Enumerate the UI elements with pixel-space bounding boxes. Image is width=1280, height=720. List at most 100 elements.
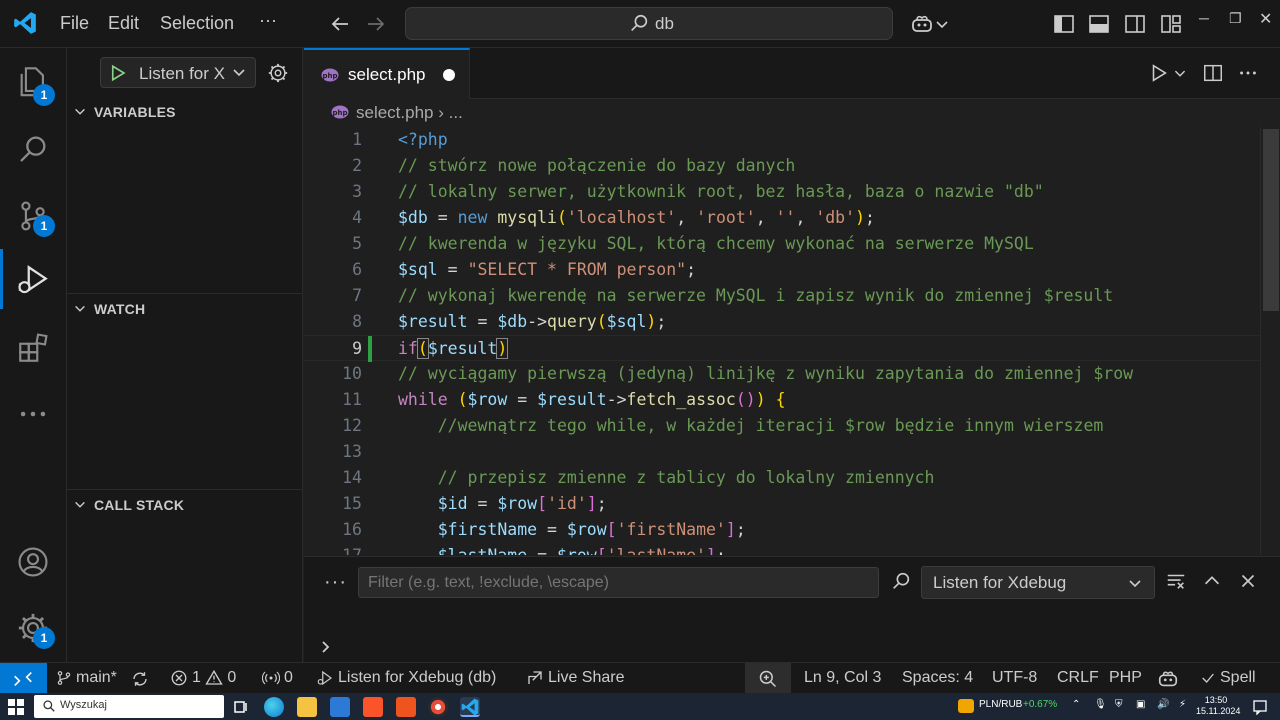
run-and-debug-button[interactable]	[0, 249, 67, 309]
code-line: 2// stwórz nowe połączenie do bazy danyc…	[352, 156, 796, 175]
watch-section-header[interactable]: WATCH	[67, 294, 303, 324]
code-line: 7// wykonaj kwerendę na serwerze MySQL i…	[352, 286, 1114, 305]
ports-indicator[interactable]: 0	[261, 669, 293, 687]
debug-session-value: Listen for Xdebug	[933, 573, 1067, 592]
code-line: 8 $result = $db->query($sql);	[352, 312, 667, 331]
chevron-down-icon	[1129, 580, 1141, 588]
indentation-indicator[interactable]: Spaces: 4	[902, 669, 973, 687]
vscode-taskbar-icon[interactable]	[460, 697, 480, 717]
debug-console-filter-input[interactable]	[358, 567, 879, 598]
restore-icon[interactable]: ❐	[1229, 10, 1242, 27]
toggle-primary-sidebar-icon[interactable]	[1052, 12, 1076, 36]
minimize-icon[interactable]: ─	[1199, 10, 1209, 26]
menu-selection[interactable]: Selection	[160, 13, 234, 34]
explorer-badge: 1	[33, 84, 55, 106]
defender-icon[interactable]: ⛨	[1115, 699, 1123, 710]
cursor-position[interactable]: Ln 9, Col 3	[804, 669, 881, 687]
search-view-button[interactable]	[0, 118, 67, 178]
chevron-down-icon	[233, 69, 245, 77]
edge-icon[interactable]	[264, 697, 284, 717]
open-launch-json-gear-icon[interactable]	[267, 62, 289, 84]
debug-session-indicator[interactable]: Listen for Xdebug (db)	[316, 669, 496, 687]
copilot-chevron-down-icon[interactable]	[934, 12, 950, 36]
menu-more[interactable]: ···	[259, 10, 277, 31]
remote-icon	[14, 671, 32, 687]
debug-session-select[interactable]: Listen for Xdebug	[921, 566, 1155, 599]
encoding-indicator[interactable]: UTF-8	[992, 669, 1037, 687]
more-actions-icon[interactable]	[1237, 62, 1259, 84]
php-file-icon: php	[331, 105, 349, 119]
code-editor[interactable]: 1 <?php 2// stwórz nowe połączenie do baz…	[304, 127, 1260, 555]
git-modified-marker	[368, 336, 372, 362]
network-icon[interactable]: ⚡	[1179, 699, 1186, 710]
forward-arrow-icon[interactable]	[364, 12, 388, 36]
ticker-icon	[958, 699, 974, 713]
tab-select-php[interactable]: php select.php	[304, 48, 470, 99]
spell-check-indicator[interactable]: Spell	[1200, 669, 1256, 687]
windows-start-icon[interactable]	[8, 699, 24, 715]
source-control-button[interactable]: 1	[0, 185, 67, 245]
breadcrumb[interactable]: php select.php › ...	[304, 99, 1280, 126]
close-panel-icon[interactable]	[1237, 570, 1259, 592]
code-line: 4 $db = new mysqli('localhost', 'root', '…	[352, 208, 875, 227]
extensions-button[interactable]	[0, 317, 67, 377]
sync-icon[interactable]	[131, 670, 149, 688]
unsaved-dot-icon[interactable]	[443, 69, 455, 81]
call-stack-section-header[interactable]: CALL STACK	[67, 490, 303, 520]
remote-indicator[interactable]	[0, 663, 47, 694]
volume-icon[interactable]: 🔊	[1157, 699, 1169, 710]
search-icon[interactable]	[890, 570, 912, 592]
manage-button[interactable]: 1	[0, 597, 67, 657]
editor-scrollbar[interactable]	[1260, 127, 1280, 555]
toggle-secondary-sidebar-icon[interactable]	[1123, 12, 1147, 36]
nvidia-icon[interactable]: ▣	[1136, 699, 1145, 710]
problems-indicator[interactable]: 1 0	[170, 669, 236, 687]
clear-console-icon[interactable]	[1165, 570, 1187, 592]
eol-indicator[interactable]: CRLF	[1057, 669, 1099, 687]
microphone-icon[interactable]: 🎙	[1094, 699, 1107, 710]
more-views-button[interactable]	[0, 383, 67, 443]
chrome-icon[interactable]	[428, 697, 448, 717]
activity-bar: 1 1 1	[0, 48, 67, 662]
store-icon[interactable]	[330, 697, 350, 717]
maximize-panel-chevron-up-icon[interactable]	[1201, 570, 1223, 592]
explorer-button[interactable]: 1	[0, 50, 67, 110]
close-window-icon[interactable]: ✕	[1259, 9, 1272, 29]
split-editor-icon[interactable]	[1202, 62, 1224, 84]
start-debugging-icon[interactable]	[109, 64, 127, 82]
search-icon	[20, 136, 46, 162]
zoom-indicator[interactable]	[745, 663, 791, 694]
code-line: 11 while ($row = $result->fetch_assoc()) …	[342, 390, 786, 409]
live-share-button[interactable]: Live Share	[526, 669, 625, 687]
language-mode[interactable]: PHP	[1109, 669, 1142, 687]
taskbar-search[interactable]: Wyszukaj	[34, 695, 224, 718]
run-file-icon[interactable]	[1148, 62, 1170, 84]
menu-file[interactable]: File	[60, 13, 89, 34]
copilot-icon[interactable]	[910, 12, 934, 36]
menu-edit[interactable]: Edit	[108, 13, 139, 34]
title-bar: File Edit Selection ··· db ─ ❐ ✕	[0, 0, 1280, 48]
panel-more-icon[interactable]: ···	[324, 571, 347, 594]
brave-icon[interactable]	[363, 697, 383, 717]
debug-config-selector[interactable]: Listen for X	[100, 57, 256, 88]
variables-title: VARIABLES	[94, 104, 176, 120]
notification-icon[interactable]	[1252, 699, 1268, 715]
run-chevron-down-icon[interactable]	[1173, 62, 1187, 84]
command-center-search[interactable]: db	[405, 7, 893, 40]
code-line: 17 $lastName = $row['lastName'];	[304, 543, 1260, 555]
branch-indicator[interactable]: main*	[56, 669, 117, 687]
taskbar-clock[interactable]: 13:50 15.11.2024	[1196, 695, 1240, 717]
tray-chevron-up-icon[interactable]: ⌃	[1072, 699, 1080, 710]
customize-layout-icon[interactable]	[1159, 12, 1183, 36]
task-view-icon[interactable]	[231, 697, 251, 717]
account-icon	[18, 547, 48, 577]
variables-section-header[interactable]: VARIABLES	[67, 97, 303, 127]
back-arrow-icon[interactable]	[328, 12, 352, 36]
scm-badge: 1	[33, 215, 55, 237]
file-explorer-icon[interactable]	[297, 697, 317, 717]
copilot-status-icon[interactable]	[1157, 668, 1179, 690]
accounts-button[interactable]	[0, 531, 67, 591]
xampp-icon[interactable]	[396, 697, 416, 717]
toggle-panel-icon[interactable]	[1087, 12, 1111, 36]
scrollbar-thumb[interactable]	[1263, 129, 1279, 311]
